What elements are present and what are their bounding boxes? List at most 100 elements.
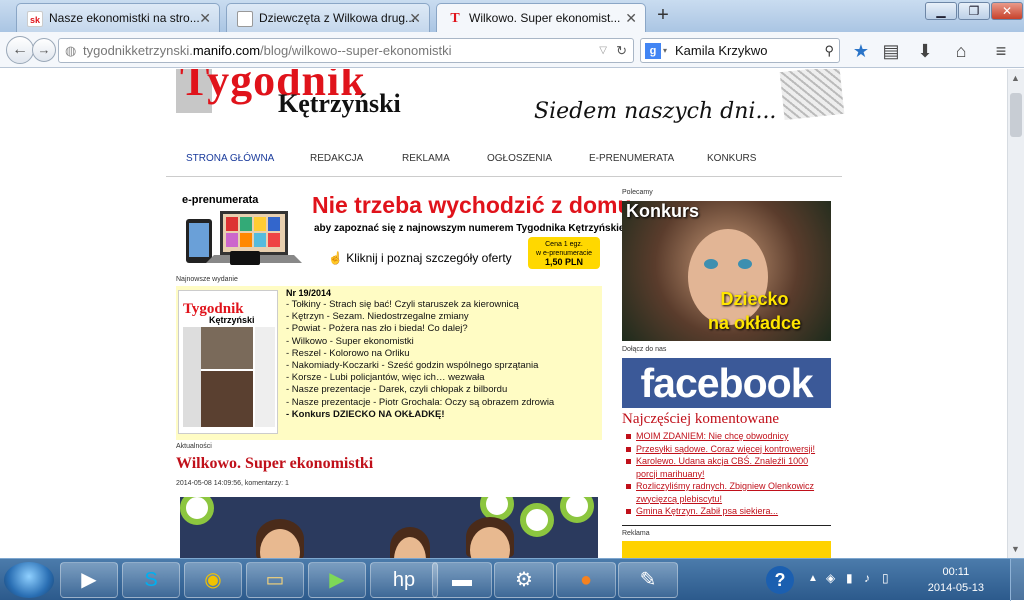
list-item: - Nasze prezentacje - Darek, czyli chłop… <box>286 384 508 396</box>
navigation-bar: ← → ◍ tygodnikketrzynski.manifo.com/blog… <box>0 32 1024 68</box>
list-item: - Nasze prezentacje - Piotr Grochala: Oc… <box>286 396 555 408</box>
help-icon[interactable]: ? <box>766 566 794 594</box>
signal-icon[interactable]: ▮ <box>846 571 853 585</box>
menu-icon[interactable]: ≡ <box>990 40 1012 62</box>
search-input[interactable]: g ▾ Kamila Krzykwo ⚲ <box>640 38 840 63</box>
price-line2: w e-prenumeracie <box>535 250 593 257</box>
page-scrollbar[interactable]: ▲ ▼ <box>1007 69 1024 558</box>
konkurs-title: Konkurs <box>626 201 700 221</box>
volume-icon[interactable]: ♪ <box>864 571 870 585</box>
tab-nasze-ekonomistki[interactable]: sk Nasze ekonomistki na stro... ✕ <box>16 3 220 32</box>
bookmark-star-icon[interactable]: ★ <box>850 40 872 62</box>
konkurs-subtitle: Dziecko na okładce <box>708 287 801 335</box>
network-status-icon[interactable]: ◈ <box>826 571 835 585</box>
tab-wilkowo-active[interactable]: T Wilkowo. Super ekonomist... ✕ <box>436 3 646 33</box>
list-item: - Wilkowo - Super ekonomistki <box>286 335 414 347</box>
tab-label: Nasze ekonomistki na stro... <box>49 11 200 25</box>
price-value: 1,50 PLN <box>544 257 584 267</box>
system-tray: ? ▲ ◈ ▮ ♪ ▯ 00:11 2014-05-13 <box>754 559 1024 601</box>
page-viewport: Tygodnik Kętrzyński Siedem naszych dni..… <box>0 69 1007 558</box>
clock-time: 00:11 <box>942 566 970 578</box>
clock[interactable]: 00:11 2014-05-13 <box>928 564 984 596</box>
start-button[interactable] <box>4 562 54 598</box>
chevron-down-icon[interactable]: ▾ <box>663 39 667 62</box>
minimize-button[interactable]: ▁ <box>925 2 957 20</box>
dropdown-arrow-icon[interactable]: ▽ <box>599 39 607 62</box>
tab-label: Dziewczęta z Wilkowa drug... <box>259 11 416 25</box>
reload-icon[interactable]: ↻ <box>616 39 627 62</box>
menu-strona-glowna[interactable]: STRONA GŁÓWNA <box>186 153 274 164</box>
cover-city: Kętrzyński <box>209 315 255 325</box>
url-bar[interactable]: ◍ tygodnikketrzynski.manifo.com/blog/wil… <box>58 38 634 63</box>
banner-eprenumerata: e-prenumerata <box>182 194 259 206</box>
maximize-button[interactable]: ❐ <box>958 2 990 20</box>
media-player-icon[interactable]: ▶ <box>60 562 118 598</box>
scroll-down-icon[interactable]: ▼ <box>1011 544 1020 554</box>
google-icon[interactable]: g <box>645 43 661 59</box>
scroll-up-icon[interactable]: ▲ <box>1011 73 1020 83</box>
most-commented-title: Najczęściej komentowane <box>622 411 780 427</box>
reklama-label: Reklama <box>622 530 650 537</box>
comment-link[interactable]: Karolewo. Udana akcja CBŚ. Znaleźli 1000… <box>622 455 831 480</box>
show-desktop-button[interactable] <box>1010 559 1024 601</box>
main-menu: STRONA GŁÓWNA REDAKCJA REKLAMA OGŁOSZENI… <box>166 141 842 177</box>
menu-konkurs[interactable]: KONKURS <box>707 153 756 164</box>
battery-icon[interactable]: ▯ <box>882 571 889 585</box>
home-icon[interactable]: ⌂ <box>950 40 972 62</box>
menu-ogloszenia[interactable]: OGŁOSZENIA <box>487 153 552 164</box>
back-arrow-icon[interactable]: ← <box>6 36 34 64</box>
search-icon[interactable]: ⚲ <box>824 39 834 62</box>
skype-icon[interactable]: S <box>122 562 180 598</box>
devices-image <box>186 211 302 265</box>
comment-link[interactable]: Przesyłki sądowe. Coraz więcej kontrower… <box>622 443 831 456</box>
url-path: /blog/wilkowo--super-ekonomistki <box>260 43 452 58</box>
menu-redakcja[interactable]: REDAKCJA <box>310 153 363 164</box>
price-badge: Cena 1 egz. w e-prenumeracie 1,50 PLN <box>528 237 600 269</box>
konkurs-banner[interactable]: Konkurs Dziecko na okładce <box>622 201 831 341</box>
bookmarks-list-icon[interactable]: ▤ <box>880 40 902 62</box>
control-panel-icon[interactable]: ⚙ <box>494 562 554 598</box>
tab-dziewczeta[interactable]: Dziewczęta z Wilkowa drug... ✕ <box>226 3 430 32</box>
url-host: tygodnikketrzynski. <box>83 43 193 58</box>
banner-click-text[interactable]: ☝ Kliknij i poznaj szczegóły oferty <box>328 251 512 265</box>
reklama-banner[interactable] <box>622 541 831 558</box>
hp-app-icon[interactable]: hp <box>370 562 438 598</box>
download-icon[interactable]: ⬇ <box>914 40 936 62</box>
new-tab-button[interactable]: + <box>652 4 674 28</box>
newspaper-image <box>779 69 845 121</box>
e-prenumerata-banner[interactable]: e-prenumerata Nie trzeba wychodzić z dom… <box>178 189 640 271</box>
taskbar: ▶ S ◉ ▭ ▶ hp ▬ ⚙ ● ✎ ? ▲ ◈ ▮ ♪ ▯ 00:11 2… <box>0 558 1024 601</box>
clock-date: 2014-05-13 <box>927 582 984 594</box>
banner-subtitle: aby zapoznać się z najnowszym numerem Ty… <box>314 223 641 234</box>
chrome-icon[interactable]: ◉ <box>184 562 242 598</box>
tk-favicon-icon: T <box>450 11 460 26</box>
video-player-icon[interactable]: ▶ <box>308 562 366 598</box>
menu-reklama[interactable]: REKLAMA <box>402 153 450 164</box>
scrollbar-thumb[interactable] <box>1010 93 1022 137</box>
paint-icon[interactable]: ✎ <box>618 562 678 598</box>
price-line1: Cena 1 egz. <box>545 241 583 248</box>
comment-link[interactable]: Gmina Kętrzyn. Zabił psa siekiera... <box>622 505 831 518</box>
menu-e-prenumerata[interactable]: E-PRENUMERATA <box>589 153 674 164</box>
forward-arrow-icon[interactable]: → <box>32 38 56 62</box>
presentation-app-icon[interactable]: ▬ <box>432 562 492 598</box>
comment-link[interactable]: Rozliczyliśmy radnych. Zbigniew Olenkowi… <box>622 480 831 505</box>
firefox-icon[interactable]: ● <box>556 562 616 598</box>
close-tab-icon[interactable]: ✕ <box>625 10 637 27</box>
page-favicon-icon <box>237 11 253 27</box>
facebook-banner[interactable]: facebook <box>622 358 831 408</box>
close-window-button[interactable]: ✕ <box>991 2 1023 20</box>
comment-link[interactable]: MOIM ZDANIEM: Nie chcę obwodnicy <box>622 430 831 443</box>
tab-bar: sk Nasze ekonomistki na stro... ✕ Dziewc… <box>0 0 1024 33</box>
list-item: - Tołkiny - Strach się bać! Czyli starus… <box>286 299 519 310</box>
show-hidden-icons-icon[interactable]: ▲ <box>808 573 818 584</box>
logo-city[interactable]: Kętrzyński <box>278 89 401 119</box>
sko-favicon-icon: sk <box>27 11 43 27</box>
polecamy-label: Polecamy <box>622 189 653 196</box>
news-label: Aktualności <box>176 443 212 450</box>
close-tab-icon[interactable]: ✕ <box>199 10 211 27</box>
close-tab-icon[interactable]: ✕ <box>409 10 421 27</box>
url-domain: manifo.com <box>192 43 261 58</box>
issue-cover-image[interactable]: Tygodnik Kętrzyński <box>178 290 278 434</box>
explorer-folder-icon[interactable]: ▭ <box>246 562 304 598</box>
